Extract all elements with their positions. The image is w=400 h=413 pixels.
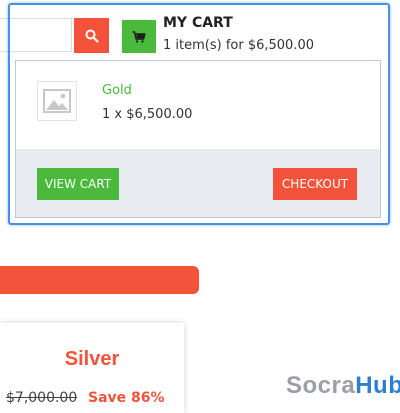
checkout-button[interactable]: CHECKOUT xyxy=(273,168,357,200)
cart-item-qty-price: 1 x $6,500.00 xyxy=(102,107,193,122)
watermark-part-1: Socra xyxy=(286,372,356,399)
cart-dropdown-footer: VIEW CART CHECKOUT xyxy=(16,149,380,217)
watermark-part-2: Hub xyxy=(355,372,400,399)
cart-item-thumbnail[interactable] xyxy=(37,81,77,121)
product-save-badge: Save 86% xyxy=(88,390,165,406)
category-bar[interactable] xyxy=(0,266,199,294)
watermark-logo: SocraHub xyxy=(286,372,400,400)
product-old-price: $7,000.00 xyxy=(6,390,78,406)
image-placeholder-icon xyxy=(43,89,71,113)
view-cart-button[interactable]: VIEW CART xyxy=(37,168,119,200)
cart-item-name[interactable]: Gold xyxy=(102,83,132,98)
cart-dropdown: Gold 1 x $6,500.00 VIEW CART CHECKOUT xyxy=(15,60,381,218)
product-name[interactable]: Silver xyxy=(0,348,184,371)
